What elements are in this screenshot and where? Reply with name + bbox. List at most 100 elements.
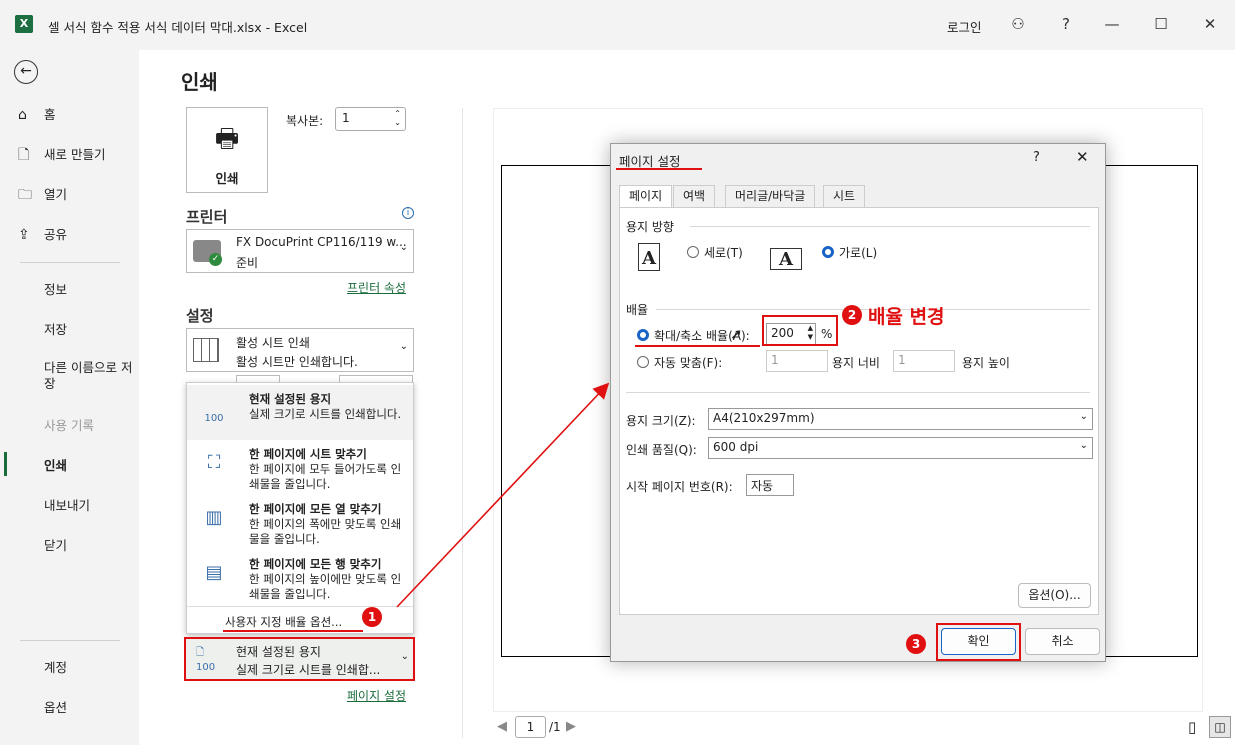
annotation-badge-3: 3 [906,634,926,654]
share-icon: ⇪ [18,227,30,243]
sheet-scope-dropdown[interactable]: 활성 시트 인쇄 활성 시트만 인쇄합니다. ⌄ [186,328,414,372]
sidebar-item-home[interactable]: ⌂ 홈 [0,97,139,133]
tab-content: 용지 방향 A 세로(T) A 가로(L) 배율 확대/축소 배율(A): ➚ … [619,207,1099,615]
minimize-icon[interactable]: — [1097,12,1127,36]
tab-header-footer[interactable]: 머리글/바닥글 [725,185,816,207]
login-button[interactable]: 로그인 [947,17,982,36]
landscape-radio[interactable] [822,246,834,258]
print-quality-select[interactable]: 600 dpi ⌄ [708,437,1093,459]
annotation-badge-2: 2 [842,305,862,325]
print-quality-label: 인쇄 품질(Q): [626,443,697,457]
landscape-label[interactable]: 가로(L) [839,244,877,261]
tab-page[interactable]: 페이지 [619,185,673,208]
sidebar-item-options[interactable]: 옵션 [0,690,139,726]
info-icon[interactable]: i [402,207,414,219]
printer-dropdown[interactable]: ✓ FX DocuPrint CP116/119 w... 준비 ⌄ [186,229,414,273]
scale-option-fit-rows[interactable]: ▤ 한 페이지에 모든 행 맞추기 한 페이지의 높이에만 맞도록 인쇄물을 줄… [187,550,413,605]
maximize-icon[interactable]: ☐ [1146,12,1176,36]
ready-check-icon: ✓ [209,253,222,266]
sidebar-item-share[interactable]: ⇪ 공유 [0,217,139,253]
print-button[interactable]: 🖶 인쇄 [186,107,268,193]
sidebar-item-save[interactable]: 저장 [0,312,139,348]
scaling-options-menu: 100 현재 설정된 용지 실제 크기로 시트를 인쇄합니다. ⛶ 한 페이지에… [186,382,414,634]
cancel-button[interactable]: 취소 [1025,628,1100,655]
custom-scaling-options[interactable]: 사용자 지정 배율 옵션... [225,614,342,630]
fit-height-label: 용지 높이 [962,356,1010,370]
printer-properties-link[interactable]: 프린터 속성 [347,279,406,296]
sidebar-item-print[interactable]: 인쇄 [0,448,139,484]
window-title: 셀 서식 함수 적용 서식 데이터 막대.xlsx - Excel [48,20,308,35]
sidebar-item-history[interactable]: 사용 기록 [0,408,139,444]
chevron-down-icon: ⌄ [1079,440,1088,451]
fit-rows-icon: ▤ [205,562,223,583]
printer-icon: 🖶 [214,124,240,154]
portrait-radio[interactable] [687,246,699,258]
printer-heading: 프린터 [186,208,228,226]
options-button[interactable]: 옵션(O)... [1018,583,1091,608]
portrait-label[interactable]: 세로(T) [704,244,743,261]
spinner-icon[interactable]: ⌃ ⌄ [394,109,401,127]
scale-option-fit-sheet[interactable]: ⛶ 한 페이지에 시트 맞추기 한 페이지에 모두 들어가도록 인쇄물을 줄입니… [187,440,413,495]
group-line [626,392,1090,393]
sidebar-item-info[interactable]: 정보 [0,272,139,308]
fit-columns-icon: ▥ [205,507,223,528]
tab-sheet[interactable]: 시트 [823,185,866,207]
sidebar-item-account[interactable]: 계정 [0,650,139,686]
page-setup-link[interactable]: 페이지 설정 [347,687,406,704]
annotation-underline [223,630,363,632]
menu-divider [187,606,413,607]
scale-option-no-scaling[interactable]: 100 현재 설정된 용지 실제 크기로 시트를 인쇄합니다. [187,385,413,440]
tab-margins[interactable]: 여백 [673,185,716,207]
dialog-help-button[interactable]: ? [1033,150,1040,165]
new-document-icon: 🗋 [18,147,30,163]
page-number-input[interactable]: 1 [515,716,546,738]
coauthor-icon[interactable]: ⚇ [1003,12,1033,36]
panel-divider [462,108,463,738]
chevron-down-icon: ⌄ [399,242,408,253]
first-page-label: 시작 페이지 번호(R): [626,480,733,494]
current-scaling-dropdown[interactable]: 🗋 100 현재 설정된 용지 실제 크기로 시트를 인쇄합... ⌄ [184,637,415,681]
current-scaling-desc: 실제 크기로 시트를 인쇄합... [236,663,381,677]
back-arrow-icon[interactable]: ← [14,60,38,84]
fit-height-input[interactable]: 1 [893,350,955,372]
no-scaling-icon: 100 [204,413,224,424]
sidebar-divider [20,262,120,263]
sidebar-item-new[interactable]: 🗋 새로 만들기 [0,137,139,173]
settings-heading: 설정 [186,307,214,325]
first-page-input[interactable]: 자동 [746,474,794,496]
fit-width-input[interactable]: 1 [766,350,828,372]
page-title: 인쇄 [181,70,218,94]
help-button[interactable]: ? [1051,12,1081,36]
landscape-icon: A [770,248,802,270]
ok-button[interactable]: 확인 [941,628,1016,655]
scale-option-fit-columns[interactable]: ▥ 한 페이지에 모든 열 맞추기 한 페이지의 폭에만 맞도록 인쇄물을 줄입… [187,495,413,550]
excel-icon: X [15,15,33,33]
sheet-dd-desc: 활성 시트만 인쇄합니다. [236,355,358,369]
close-icon[interactable]: ✕ [1195,12,1225,36]
paper-size-label: 용지 크기(Z): [626,414,696,428]
zoom-to-page-icon[interactable]: ◫ [1209,716,1231,738]
annotation-underline [635,345,760,347]
printer-status: 준비 [236,256,259,270]
show-margins-icon[interactable]: ▯ [1188,718,1196,736]
portrait-icon: A [638,243,660,271]
no-scaling-icon: 🗋 100 [196,647,216,673]
paper-size-select[interactable]: A4(210x297mm) ⌄ [708,408,1093,430]
current-scaling-title: 현재 설정된 용지 [236,645,321,659]
annotation-text: 배율 변경 [868,306,945,328]
next-page-icon[interactable]: ▶ [566,719,576,734]
sidebar-item-export[interactable]: 내보내기 [0,488,139,524]
sidebar-item-open[interactable]: 🗀 열기 [0,177,139,213]
sidebar-divider [20,640,120,641]
dialog-close-icon[interactable]: ✕ [1076,148,1089,166]
fit-to-label[interactable]: 자동 맞춤(F): [654,354,722,371]
annotation-badge-1: 1 [362,607,382,627]
fit-to-radio[interactable] [637,356,649,368]
copies-input[interactable]: 1 ⌃ ⌄ [335,107,406,131]
sidebar-item-save-as[interactable]: 다른 이름으로 저장 [0,360,135,396]
prev-page-icon[interactable]: ◀ [497,719,507,734]
sheet-grid-icon [193,338,219,362]
sidebar-item-close[interactable]: 닫기 [0,528,139,564]
adjust-to-radio[interactable] [637,329,649,341]
group-line [690,226,1090,227]
